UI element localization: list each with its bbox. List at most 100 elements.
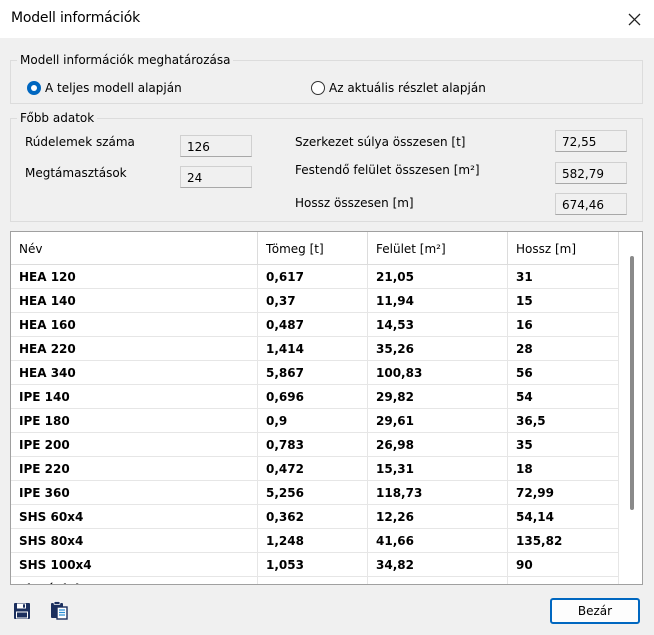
total-length-value: 674,46: [555, 193, 627, 215]
radio-current-part[interactable]: Az aktuális részlet alapján: [311, 81, 486, 95]
table-row[interactable]: IPE 180 0,9 29,61 36,5: [11, 409, 619, 433]
table-row[interactable]: HEA 140 0,37 11,94 15: [11, 289, 619, 313]
cell-area: [368, 577, 508, 584]
table-row[interactable]: IPE 200 0,783 26,98 35: [11, 433, 619, 457]
copy-to-clipboard-icon: [51, 601, 68, 620]
save-button[interactable]: [11, 600, 33, 622]
member-count-value: 126: [180, 135, 252, 157]
cell-weight: 0,617: [258, 265, 368, 289]
scrollbar-thumb[interactable]: [630, 256, 634, 510]
cell-name: SHS 60x4: [11, 505, 258, 529]
cell-weight: 5,867: [258, 361, 368, 385]
table-row[interactable]: HEA 120 0,617 21,05 31: [11, 265, 619, 289]
cell-area: 35,26: [368, 337, 508, 361]
cell-area: 11,94: [368, 289, 508, 313]
member-count-label: Rúdelemek száma: [25, 135, 135, 149]
paint-area-label: Festendő felület összesen [m²]: [295, 163, 480, 177]
floppy-disk-icon: [14, 603, 30, 619]
supports-label: Megtámasztások: [25, 166, 127, 180]
radio-unchecked-indicator: [311, 81, 325, 95]
cell-area: 100,83: [368, 361, 508, 385]
cell-area: 118,73: [368, 481, 508, 505]
cell-length: 14: [508, 577, 619, 584]
cell-length: 54,14: [508, 505, 619, 529]
cell-name: HEA 340: [11, 361, 258, 385]
close-window-button[interactable]: [619, 4, 649, 34]
table-row[interactable]: IPE 220 0,472 15,31 18: [11, 457, 619, 481]
cell-weight: 2,296: [258, 577, 368, 584]
cell-weight: 0,472: [258, 457, 368, 481]
table-row[interactable]: HEA 220 1,414 35,26 28: [11, 337, 619, 361]
cell-length: 54: [508, 385, 619, 409]
cell-length: 36,5: [508, 409, 619, 433]
cell-name: SHS 80x4: [11, 529, 258, 553]
column-header-name[interactable]: Név: [11, 232, 258, 265]
close-icon: [628, 13, 640, 25]
main-data-legend: Főbb adatok: [17, 111, 98, 125]
cell-area: 29,82: [368, 385, 508, 409]
radio-full-model-label: A teljes modell alapján: [45, 81, 182, 95]
cell-length: 90: [508, 553, 619, 577]
cell-name: IPE 200: [11, 433, 258, 457]
column-header-length[interactable]: Hossz [m]: [508, 232, 619, 265]
cell-name: IPE 220: [11, 457, 258, 481]
cell-length: 56: [508, 361, 619, 385]
mode-group-legend: Modell információk meghatározása: [17, 53, 234, 67]
cell-area: 26,98: [368, 433, 508, 457]
close-button[interactable]: Bezár: [550, 598, 640, 624]
cell-area: 12,26: [368, 505, 508, 529]
cell-length: 72,99: [508, 481, 619, 505]
paint-area-value: 582,79: [555, 162, 627, 184]
cell-area: 41,66: [368, 529, 508, 553]
radio-checked-indicator: [27, 81, 41, 95]
cell-weight: 0,696: [258, 385, 368, 409]
cell-weight: 0,783: [258, 433, 368, 457]
cell-area: 15,31: [368, 457, 508, 481]
cell-name: HEA 120: [11, 265, 258, 289]
table-row[interactable]: IPE 360 5,256 118,73 72,99: [11, 481, 619, 505]
cell-length: 135,82: [508, 529, 619, 553]
table-row[interactable]: SHS 100x4 1,053 34,82 90: [11, 553, 619, 577]
cell-weight: 1,248: [258, 529, 368, 553]
cell-length: 15: [508, 289, 619, 313]
cell-length: 31: [508, 265, 619, 289]
cell-name: HEA 220: [11, 337, 258, 361]
cell-weight: 0,37: [258, 289, 368, 313]
title-bar: Modell információk: [0, 0, 654, 38]
table-row[interactable]: HEA 340 5,867 100,83 56: [11, 361, 619, 385]
cell-area: 34,82: [368, 553, 508, 577]
column-header-weight[interactable]: Tömeg [t]: [258, 232, 368, 265]
cell-area: 14,53: [368, 313, 508, 337]
table-row[interactable]: SHS 60x4 0,362 12,26 54,14: [11, 505, 619, 529]
sections-table[interactable]: Név Tömeg [t] Felület [m²] Hossz [m] HEA…: [10, 231, 643, 585]
cell-length: 18: [508, 457, 619, 481]
total-length-label: Hossz összesen [m]: [295, 196, 414, 210]
table-row[interactable]: vb Téglalap2,296 14: [11, 577, 619, 584]
cell-area: 21,05: [368, 265, 508, 289]
table-header: Név Tömeg [t] Felület [m²] Hossz [m]: [11, 232, 619, 265]
vertical-scrollbar[interactable]: [619, 232, 642, 584]
cell-name: SHS 100x4: [11, 553, 258, 577]
cell-weight: 0,9: [258, 409, 368, 433]
cell-weight: 1,414: [258, 337, 368, 361]
column-header-area[interactable]: Felület [m²]: [368, 232, 508, 265]
cell-weight: 5,256: [258, 481, 368, 505]
cell-weight: 0,487: [258, 313, 368, 337]
close-button-label: Bezár: [577, 604, 613, 618]
table-row[interactable]: IPE 140 0,696 29,82 54: [11, 385, 619, 409]
window-title: Modell információk: [11, 10, 141, 26]
cell-length: 28: [508, 337, 619, 361]
copy-button[interactable]: [48, 599, 70, 621]
radio-current-part-label: Az aktuális részlet alapján: [329, 81, 486, 95]
supports-value: 24: [180, 166, 252, 188]
cell-name: IPE 360: [11, 481, 258, 505]
table-row[interactable]: HEA 160 0,487 14,53 16: [11, 313, 619, 337]
cell-length: 16: [508, 313, 619, 337]
radio-full-model[interactable]: A teljes modell alapján: [27, 81, 182, 95]
cell-area: 29,61: [368, 409, 508, 433]
table-row[interactable]: SHS 80x4 1,248 41,66 135,82: [11, 529, 619, 553]
cell-name: vb Téglalap: [11, 577, 258, 584]
cell-name: IPE 180: [11, 409, 258, 433]
cell-name: IPE 140: [11, 385, 258, 409]
cell-weight: 0,362: [258, 505, 368, 529]
